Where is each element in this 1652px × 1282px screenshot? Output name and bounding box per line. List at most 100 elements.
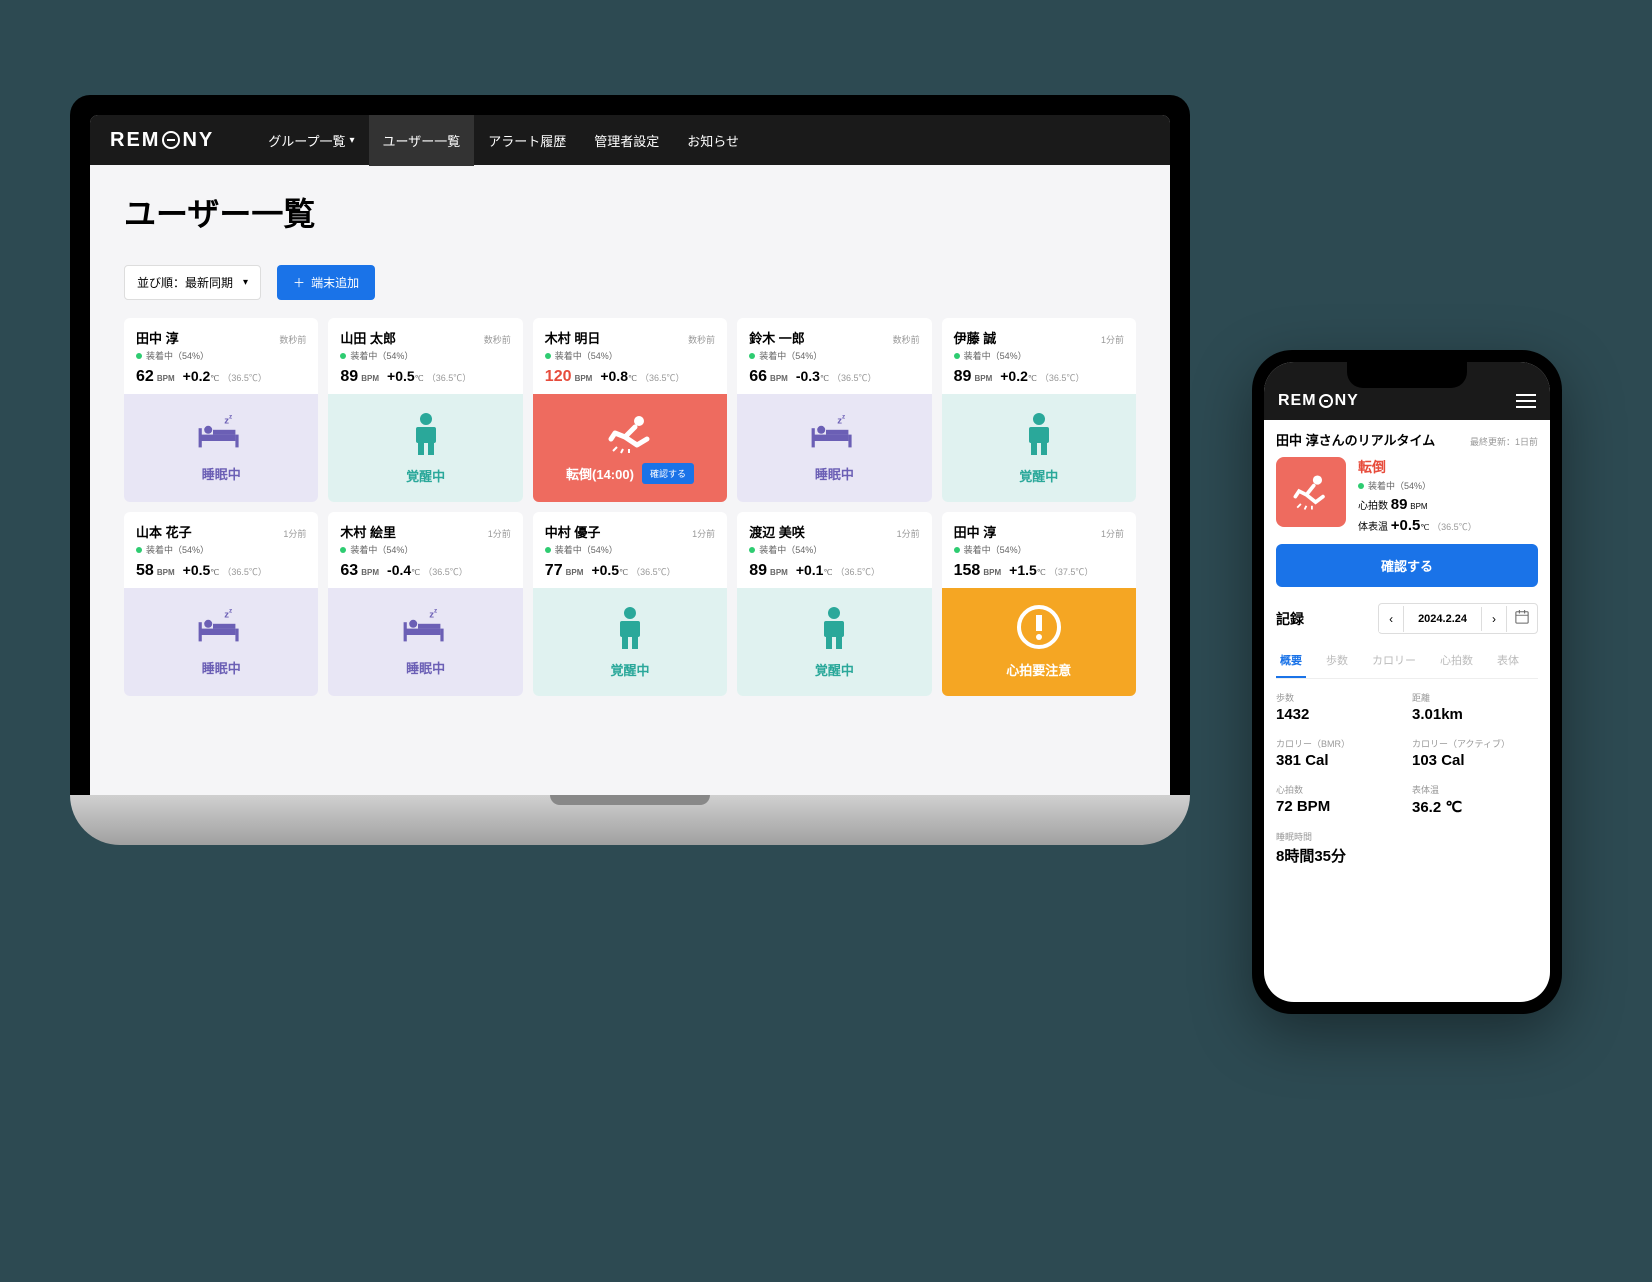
stat-item: 睡眠時間8時間35分: [1276, 830, 1538, 866]
bpm-value: 77: [545, 562, 563, 579]
sync-time: 1分前: [1101, 527, 1124, 540]
sync-time: 1分前: [283, 527, 306, 540]
page-title: ユーザー一覧: [124, 189, 1136, 235]
awake-icon: [1019, 411, 1059, 460]
sync-time: 1分前: [692, 527, 715, 540]
user-card[interactable]: 田中 淳数秒前 装着中（54%） 62 BPM +0.2℃ （36.5℃） zz…: [124, 318, 318, 502]
temp-value: +0.5: [591, 562, 619, 578]
temp-value: -0.3: [796, 368, 820, 384]
bpm-value: 89: [749, 562, 767, 579]
state-panel: zz睡眠中: [124, 588, 318, 696]
add-device-button[interactable]: ＋ 端末追加: [277, 265, 375, 300]
laptop-device: REMNY グループ一覧▾ユーザー一覧アラート履歴管理者設定お知らせ ユーザー一…: [70, 95, 1190, 845]
last-update: 最終更新：1日前: [1470, 435, 1538, 448]
tab-1[interactable]: 歩数: [1322, 644, 1352, 678]
sync-time: 数秒前: [688, 333, 715, 346]
tab-4[interactable]: 表体: [1493, 644, 1523, 678]
user-card[interactable]: 山田 太郎数秒前 装着中（54%） 89 BPM +0.5℃ （36.5℃） 覚…: [328, 318, 522, 502]
state-label: 睡眠中: [815, 464, 854, 483]
wear-status: 装着中（54%）: [136, 543, 306, 556]
menu-icon[interactable]: [1516, 394, 1536, 408]
user-name: 中村 優子: [545, 522, 601, 541]
stat-label: カロリー（BMR）: [1276, 737, 1402, 750]
nav-item-3[interactable]: 管理者設定: [580, 115, 673, 166]
user-name: 田中 淳: [136, 328, 179, 347]
wear-status: 装着中（54%）: [545, 543, 715, 556]
top-nav: REMNY グループ一覧▾ユーザー一覧アラート履歴管理者設定お知らせ: [90, 115, 1170, 165]
user-name: 田中 淳: [954, 522, 997, 541]
user-name: 伊藤 誠: [954, 328, 997, 347]
temp-value: +0.2: [183, 368, 211, 384]
temp-value: +0.5: [387, 368, 415, 384]
wear-status: 装着中（54%）: [545, 349, 715, 362]
temp-abs: （36.5℃）: [832, 373, 877, 383]
plus-icon: ＋: [293, 274, 305, 291]
stat-item: 歩数1432: [1276, 691, 1402, 723]
state-label: 睡眠中: [202, 464, 241, 483]
temp-value: +0.5: [183, 562, 211, 578]
state-panel: zz睡眠中: [737, 394, 931, 502]
user-card[interactable]: 山本 花子1分前 装着中（54%） 58 BPM +0.5℃ （36.5℃） z…: [124, 512, 318, 696]
heart-icon: [1017, 605, 1061, 654]
temp-abs: （36.5℃）: [222, 373, 267, 383]
user-grid: 田中 淳数秒前 装着中（54%） 62 BPM +0.2℃ （36.5℃） zz…: [124, 318, 1136, 696]
state-label: 転倒(14:00): [566, 464, 634, 483]
user-card[interactable]: 中村 優子1分前 装着中（54%） 77 BPM +0.5℃ （36.5℃） 覚…: [533, 512, 727, 696]
temp-value: +1.5: [1009, 562, 1037, 578]
alert-title: 転倒: [1358, 457, 1538, 477]
stat-label: 睡眠時間: [1276, 830, 1538, 843]
stats-grid: 歩数1432距離3.01kmカロリー（BMR）381 Calカロリー（アクティブ…: [1276, 691, 1538, 866]
bpm-value: 66: [749, 368, 767, 385]
tab-2[interactable]: カロリー: [1368, 644, 1420, 678]
user-name: 鈴木 一郎: [749, 328, 805, 347]
nav-item-1[interactable]: ユーザー一覧: [369, 115, 475, 166]
stat-value: 72 BPM: [1276, 798, 1402, 815]
wear-status: 装着中（54%）: [749, 543, 919, 556]
tab-3[interactable]: 心拍数: [1436, 644, 1477, 678]
state-panel: 心拍要注意: [942, 588, 1136, 696]
calendar-icon[interactable]: [1507, 604, 1537, 633]
svg-text:z: z: [842, 414, 845, 421]
user-card[interactable]: 木村 明日数秒前 装着中（54%） 120 BPM +0.8℃ （36.5℃） …: [533, 318, 727, 502]
tab-0[interactable]: 概要: [1276, 644, 1306, 678]
temp-value: +0.2: [1000, 368, 1028, 384]
bpm-value: 63: [340, 562, 358, 579]
user-card[interactable]: 伊藤 誠1分前 装着中（54%） 89 BPM +0.2℃ （36.5℃） 覚醒…: [942, 318, 1136, 502]
brand-logo: REMNY: [110, 129, 214, 152]
stat-item: 距離3.01km: [1412, 691, 1538, 723]
nav-item-0[interactable]: グループ一覧▾: [254, 115, 368, 166]
wear-status: 装着中（54%）: [340, 349, 510, 362]
user-name: 渡辺 美咲: [749, 522, 805, 541]
state-label: 覚醒中: [1019, 466, 1058, 485]
stat-value: 381 Cal: [1276, 752, 1402, 769]
svg-text:z: z: [229, 608, 232, 615]
confirm-button[interactable]: 確認する: [642, 463, 694, 484]
bpm-value: 89: [954, 368, 972, 385]
wear-status: 装着中（54%）: [136, 349, 306, 362]
date-next-button[interactable]: ›: [1482, 606, 1507, 632]
user-card[interactable]: 渡辺 美咲1分前 装着中（54%） 89 BPM +0.1℃ （36.5℃） 覚…: [737, 512, 931, 696]
alert-status: 装着中（54%）: [1358, 479, 1538, 492]
confirm-button[interactable]: 確認する: [1276, 544, 1538, 587]
user-card[interactable]: 木村 絵里1分前 装着中（54%） 63 BPM -0.4℃ （36.5℃） z…: [328, 512, 522, 696]
svg-text:z: z: [229, 414, 232, 421]
date-prev-button[interactable]: ‹: [1379, 606, 1404, 632]
stat-label: 表体温: [1412, 783, 1538, 796]
nav-item-4[interactable]: お知らせ: [673, 115, 753, 166]
sort-select[interactable]: 並び順：最新同期 ▾: [124, 265, 261, 300]
nav-item-2[interactable]: アラート履歴: [474, 115, 580, 166]
sync-time: 1分前: [488, 527, 511, 540]
user-card[interactable]: 鈴木 一郎数秒前 装着中（54%） 66 BPM -0.3℃ （36.5℃） z…: [737, 318, 931, 502]
bpm-value: 158: [954, 562, 981, 579]
temp-value: -0.4: [387, 562, 411, 578]
temp-abs: （37.5℃）: [1049, 567, 1094, 577]
sleep-icon: zz: [197, 607, 245, 652]
user-name: 木村 絵里: [340, 522, 396, 541]
date-nav: ‹ 2024.2.24 ›: [1378, 603, 1538, 634]
user-card[interactable]: 田中 淳1分前 装着中（54%） 158 BPM +1.5℃ （37.5℃） 心…: [942, 512, 1136, 696]
user-name: 山田 太郎: [340, 328, 396, 347]
logo-icon: [162, 131, 180, 149]
state-panel: zz睡眠中: [124, 394, 318, 502]
user-name: 山本 花子: [136, 522, 192, 541]
stat-item: 表体温36.2 ℃: [1412, 783, 1538, 816]
